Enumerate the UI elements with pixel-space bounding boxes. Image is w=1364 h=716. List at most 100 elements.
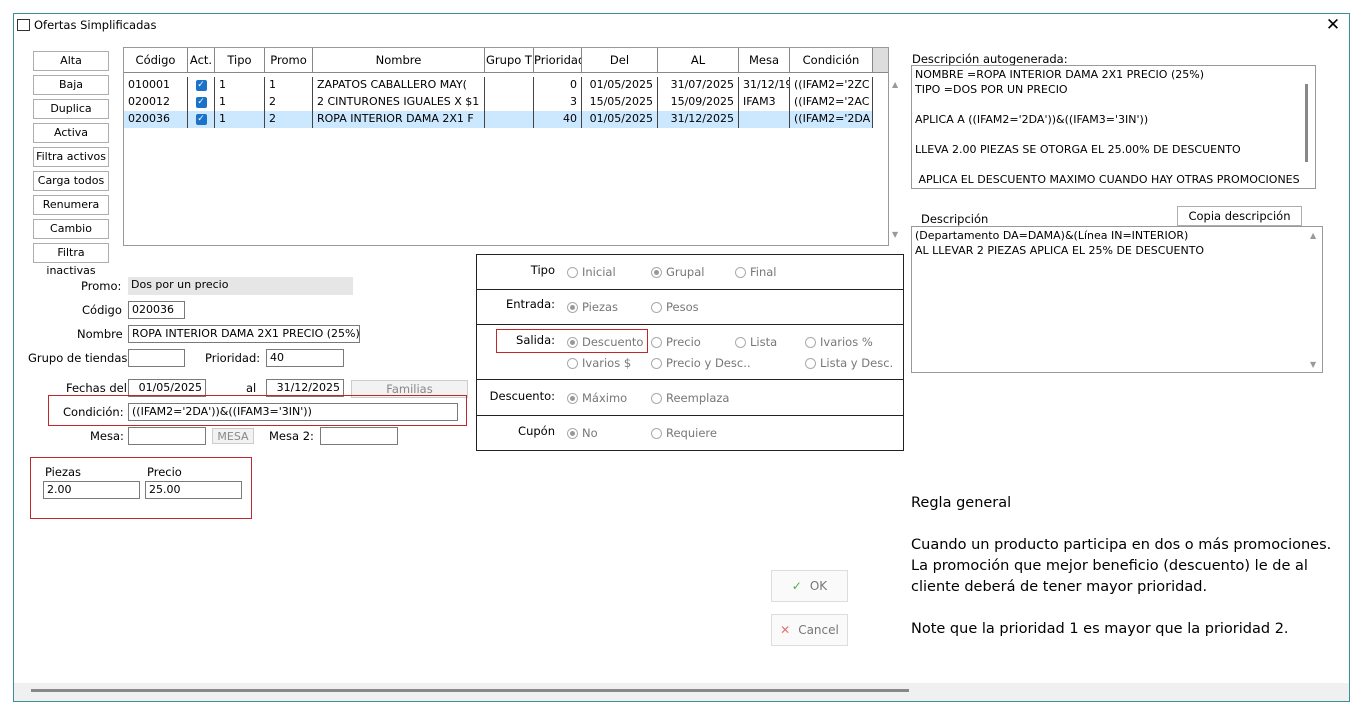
cell-del: 15/05/2025	[582, 94, 658, 111]
horizontal-scrollbar-thumb[interactable]	[31, 689, 909, 692]
scroll-down-icon[interactable]: ▼	[892, 230, 898, 239]
radio-pesos[interactable]: Pesos	[651, 300, 699, 314]
cell-al: 31/12/2025	[658, 111, 739, 128]
piezas-label: Piezas	[45, 465, 82, 479]
radio-icon	[735, 337, 746, 348]
note-title: Regla general	[911, 495, 1012, 511]
col-header-promo[interactable]: Promo	[265, 48, 313, 73]
mesa2-field[interactable]	[320, 427, 398, 445]
cell-grupo	[485, 94, 534, 111]
radio-lista[interactable]: Lista	[735, 335, 777, 349]
radio-descuento[interactable]: Descuento	[567, 335, 643, 349]
cell-nombre: ZAPATOS CABALLERO MAY(	[313, 77, 485, 94]
filtra-inactivas-button[interactable]: Filtra inactivas	[33, 243, 109, 277]
note-line: cliente deberá de tener mayor prioridad.	[911, 579, 1208, 595]
cambio-button[interactable]: Cambio	[33, 219, 109, 239]
table-row[interactable]: 010001 ✓ 1 1 ZAPATOS CABALLERO MAY( 0 01…	[124, 77, 873, 94]
cell-promo: 1	[265, 77, 313, 94]
offers-grid[interactable]: Código Act. Tipo Promo Nombre Grupo T Pr…	[123, 47, 889, 246]
cancel-button[interactable]: ✕ Cancel	[771, 614, 848, 646]
renumera-button[interactable]: Renumera	[33, 195, 109, 215]
promo-label: Promo:	[81, 279, 122, 293]
col-header-prioridad[interactable]: Prioridad	[534, 48, 582, 73]
cell-nombre: ROPA INTERIOR DAMA 2X1 F	[313, 111, 485, 128]
ok-button[interactable]: ✓ OK	[771, 570, 848, 602]
table-row[interactable]: 020012 ✓ 1 2 2 CINTURONES IGUALES X $1 3…	[124, 94, 873, 111]
cell-al: 15/09/2025	[658, 94, 739, 111]
radio-precio[interactable]: Precio	[651, 335, 701, 349]
mesa-field[interactable]	[128, 427, 206, 445]
cell-prioridad: 3	[534, 94, 582, 111]
autodesc-textarea[interactable]: NOMBRE =ROPA INTERIOR DAMA 2X1 PRECIO (2…	[911, 65, 1316, 189]
cell-promo: 2	[265, 111, 313, 128]
mesa-button[interactable]: MESA	[212, 428, 254, 444]
radio-selected-icon	[567, 302, 578, 313]
prioridad-field[interactable]: 40	[266, 349, 344, 367]
scroll-up-icon[interactable]: ▲	[1310, 231, 1316, 240]
col-header-mesa[interactable]: Mesa	[739, 48, 790, 73]
checkbox-checked-icon[interactable]: ✓	[195, 113, 207, 125]
radio-selected-icon	[567, 393, 578, 404]
cell-del: 01/05/2025	[582, 77, 658, 94]
activa-button[interactable]: Activa	[33, 123, 109, 143]
cell-condicion: ((IFAM2='2ZC	[790, 77, 873, 94]
filtra-activos-button[interactable]: Filtra activos	[33, 147, 109, 167]
col-header-scroll	[873, 48, 888, 73]
radio-ivarios-pesos[interactable]: Ivarios $	[567, 356, 631, 370]
radio-inicial[interactable]: Inicial	[567, 265, 616, 279]
cupon-group: Cupón No Requiere	[476, 415, 904, 451]
scroll-up-icon[interactable]: ▲	[892, 80, 898, 89]
col-header-del[interactable]: Del	[582, 48, 658, 73]
radio-piezas[interactable]: Piezas	[567, 300, 618, 314]
col-header-tipo[interactable]: Tipo	[215, 48, 265, 73]
col-header-al[interactable]: AL	[658, 48, 739, 73]
note-line: La promoción que mejor beneficio (descue…	[911, 558, 1308, 574]
codigo-field[interactable]: 020036	[128, 301, 185, 319]
col-header-condicion[interactable]: Condición	[790, 48, 873, 73]
col-header-act[interactable]: Act.	[188, 48, 215, 73]
table-row-selected[interactable]: 020036 ✓ 1 2 ROPA INTERIOR DAMA 2X1 F 40…	[124, 111, 873, 128]
horizontal-scrollbar[interactable]	[14, 683, 1349, 701]
cell-mesa	[739, 111, 790, 128]
col-header-grupo[interactable]: Grupo T	[485, 48, 534, 73]
scroll-down-icon[interactable]: ▼	[1310, 360, 1316, 369]
cell-codigo: 010001	[124, 77, 188, 94]
radio-ivarios-pct[interactable]: Ivarios %	[805, 335, 873, 349]
nombre-field[interactable]: ROPA INTERIOR DAMA 2X1 PRECIO (25%)	[128, 325, 360, 343]
col-header-codigo[interactable]: Código	[124, 48, 188, 73]
baja-button[interactable]: Baja	[33, 75, 109, 95]
x-icon: ✕	[780, 623, 791, 637]
cell-act[interactable]: ✓	[188, 77, 215, 94]
alta-button[interactable]: Alta	[33, 51, 109, 71]
col-header-nombre[interactable]: Nombre	[313, 48, 485, 73]
radio-requiere[interactable]: Requiere	[651, 426, 717, 440]
radio-icon	[651, 337, 662, 348]
checkbox-checked-icon[interactable]: ✓	[195, 96, 207, 108]
radio-selected-icon	[651, 267, 662, 278]
radio-lista-y-desc[interactable]: Lista y Desc.	[805, 356, 893, 370]
radio-precio-y-desc[interactable]: Precio y Desc..	[651, 356, 751, 370]
radio-maximo[interactable]: Máximo	[567, 391, 627, 405]
grid-scrollbar[interactable]: ▲ ▼	[889, 72, 904, 246]
radio-grupal[interactable]: Grupal	[651, 265, 704, 279]
copia-descripcion-button[interactable]: Copia descripción	[1177, 206, 1302, 226]
carga-todos-button[interactable]: Carga todos	[33, 171, 109, 191]
desc-textarea[interactable]: (Departamento DA=DAMA)&(Línea IN=INTERIO…	[911, 226, 1323, 373]
checkbox-checked-icon[interactable]: ✓	[195, 79, 207, 91]
cell-act[interactable]: ✓	[188, 94, 215, 111]
fechas-label: Fechas del	[66, 381, 127, 395]
cell-prioridad: 0	[534, 77, 582, 94]
grupo-tiendas-field[interactable]	[128, 349, 185, 367]
radio-reemplaza[interactable]: Reemplaza	[651, 391, 729, 405]
close-icon[interactable]: ✕	[1325, 15, 1341, 35]
precio-field[interactable]: 25.00	[145, 481, 242, 499]
cell-act[interactable]: ✓	[188, 111, 215, 128]
autodesc-scrollbar-thumb[interactable]	[1305, 84, 1308, 162]
salida-group: Salida: Descuento Precio Lista Ivarios %…	[476, 324, 904, 380]
radio-final[interactable]: Final	[735, 265, 777, 279]
condicion-field[interactable]: ((IFAM2='2DA'))&((IFAM3='3IN'))	[128, 403, 458, 421]
radio-no[interactable]: No	[567, 426, 598, 440]
piezas-field[interactable]: 2.00	[43, 481, 140, 499]
duplica-button[interactable]: Duplica	[33, 99, 109, 119]
descuento-group: Descuento: Máximo Reemplaza	[476, 379, 904, 416]
